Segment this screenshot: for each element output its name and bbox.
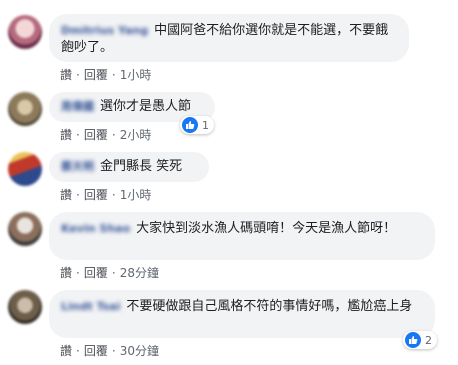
like-button[interactable]: 讚 [60, 68, 72, 82]
like-button[interactable]: 讚 [60, 188, 72, 202]
comment-actions: 讚 · 回覆 · 30分鐘 [60, 344, 159, 358]
avatar[interactable] [8, 212, 42, 246]
like-button[interactable]: 讚 [60, 344, 72, 358]
avatar[interactable] [8, 290, 42, 324]
comment-actions: 讚 · 回覆 · 1小時 [60, 188, 152, 202]
reply-button[interactable]: 回覆 [84, 188, 108, 202]
reaction-badge[interactable]: 2 [403, 331, 437, 349]
reaction-badge[interactable]: 1 [180, 116, 214, 134]
comment-bubble: Dmitrius Yang 中國阿爸不給你選你就是不能選，不要餓飽吵了。 [49, 14, 409, 62]
commenter-name[interactable]: Lindt Tsai [61, 300, 120, 313]
reply-button[interactable]: 回覆 [84, 68, 108, 82]
commenter-name[interactable]: Kevin Shao [61, 222, 130, 235]
reaction-count: 1 [202, 118, 209, 132]
thumbs-up-icon [182, 117, 198, 133]
comment-time[interactable]: 30分鐘 [120, 344, 159, 358]
comment-actions: 讚 · 回覆 · 1小時 [60, 68, 152, 82]
comment-bubble: Kevin Shao 大家快到淡水漁人碼頭唷！今天是漁人節呀！ [49, 212, 435, 260]
avatar[interactable] [8, 152, 42, 186]
comment-text: 不要硬做跟自己風格不符的事情好嗎，尷尬癌上身 [126, 299, 413, 314]
comment-time[interactable]: 2小時 [120, 128, 152, 142]
comment-text: 金門縣長 笑死 [100, 159, 183, 174]
comment-bubble: Lindt Tsai 不要硬做跟自己風格不符的事情好嗎，尷尬癌上身 [49, 290, 435, 338]
thumbs-up-icon [405, 332, 421, 348]
comment-text: 選你才是愚人節 [100, 99, 192, 114]
like-button[interactable]: 讚 [60, 128, 72, 142]
avatar[interactable] [8, 15, 42, 49]
comment-time[interactable]: 1小時 [120, 68, 152, 82]
comment-text: 大家快到淡水漁人碼頭唷！今天是漁人節呀！ [136, 221, 397, 236]
avatar[interactable] [8, 92, 42, 126]
like-button[interactable]: 讚 [60, 266, 72, 280]
reaction-count: 2 [425, 333, 432, 347]
reply-button[interactable]: 回覆 [84, 344, 108, 358]
comment-actions: 讚 · 回覆 · 2小時 [60, 128, 152, 142]
comment-time[interactable]: 28分鐘 [120, 266, 159, 280]
comment-time[interactable]: 1小時 [120, 188, 152, 202]
commenter-name[interactable]: 周偉國 [61, 100, 94, 113]
commenter-name[interactable]: 蔡天明 [61, 160, 94, 173]
commenter-name[interactable]: Dmitrius Yang [61, 24, 148, 37]
comment-bubble: 蔡天明 金門縣長 笑死 [49, 152, 209, 182]
comment-actions: 讚 · 回覆 · 28分鐘 [60, 266, 159, 280]
reply-button[interactable]: 回覆 [84, 128, 108, 142]
reply-button[interactable]: 回覆 [84, 266, 108, 280]
